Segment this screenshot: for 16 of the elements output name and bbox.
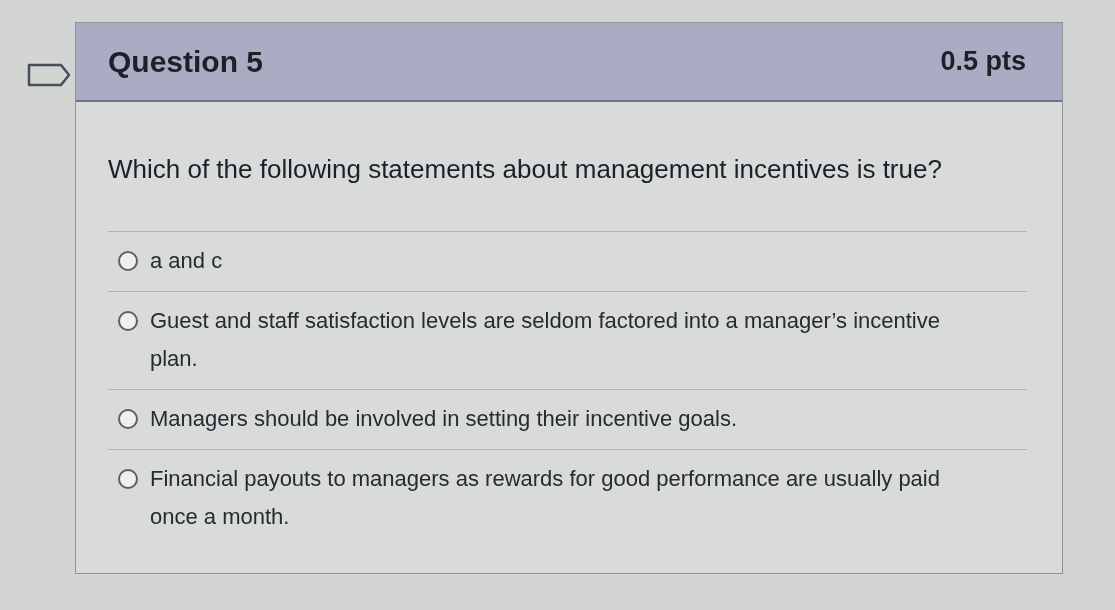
radio-button[interactable] [118,251,138,271]
answer-text: Managers should be involved in setting their incentive goals. [150,405,738,433]
question-title: Question 5 [108,44,264,79]
answer-option[interactable]: Managers should be involved in setting their incentive goals. [108,390,1027,450]
answer-text: a and c [150,247,223,275]
answer-option[interactable]: Guest and staff satisfaction levels are seldom factored into a manager’s incentive plan. [108,292,1027,390]
points-label: 0.5 pts [940,46,1026,77]
radio-button[interactable] [118,311,138,331]
answer-option[interactable]: Financial payouts to managers as rewards for good performance are usually paid once a month. [108,450,1027,547]
answer-option[interactable]: a and c [108,232,1027,292]
question-text: Which of the following statements about management incentives is true? [108,153,943,185]
radio-button[interactable] [118,469,138,489]
answer-text: Financial payouts to managers as rewards for good performance are usually paid once a month. [150,465,941,531]
answer-text: Guest and staff satisfaction levels are seldom factored into a manager’s incentive plan. [150,307,941,373]
radio-button[interactable] [118,409,138,429]
flag-icon[interactable] [27,63,71,87]
